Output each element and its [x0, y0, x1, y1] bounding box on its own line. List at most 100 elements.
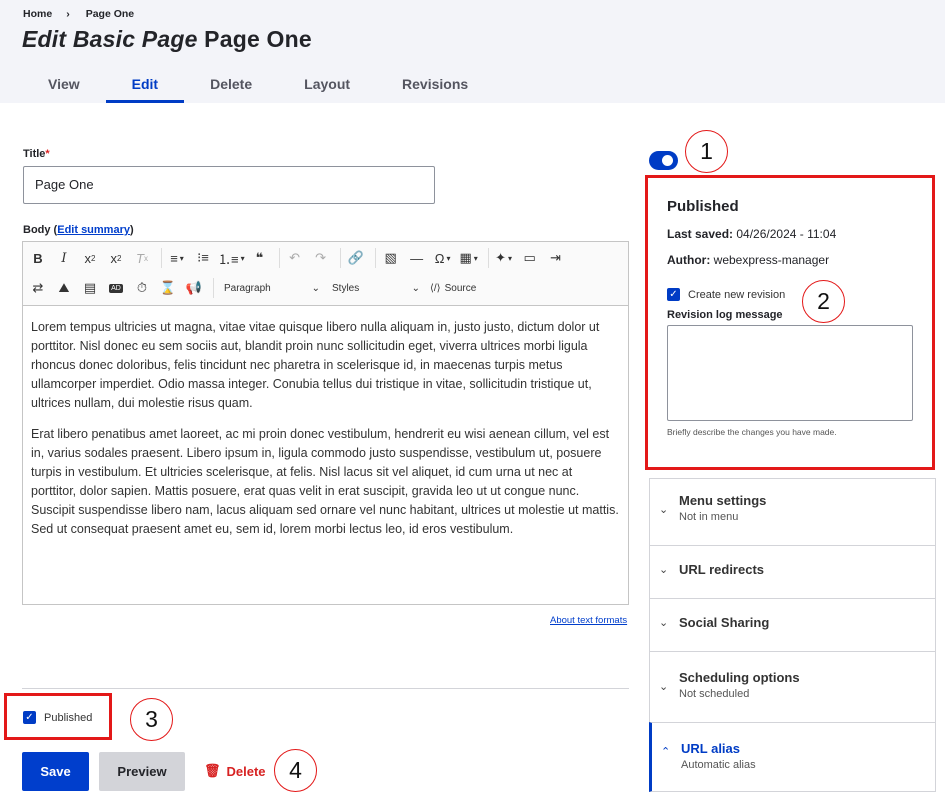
callout-3: 3: [130, 698, 173, 741]
trash-icon: 🗑: [204, 763, 221, 778]
accordion-subtitle: Not scheduled: [679, 688, 750, 700]
callout-1: 1: [685, 130, 728, 173]
accordion-url-redirects[interactable]: ⌄ URL redirects: [649, 545, 936, 598]
breadcrumb-home[interactable]: Home: [23, 8, 52, 20]
special-characters-icon[interactable]: Ω ▾: [432, 246, 454, 270]
media-icon[interactable]: ▧: [380, 246, 402, 270]
callout-4: 4: [274, 749, 317, 792]
source-label: Source: [444, 282, 477, 294]
paragraph-select[interactable]: Paragraph ⌄: [218, 276, 326, 300]
map-icon[interactable]: ⛰: [53, 276, 75, 300]
toolbar-divider: [374, 248, 376, 268]
page-title-name: Page One: [204, 26, 312, 52]
title-label-text: Title: [23, 148, 46, 160]
tab-edit[interactable]: Edit: [105, 66, 185, 103]
styles-select-value: Styles: [332, 282, 360, 294]
tab-view[interactable]: View: [22, 66, 106, 102]
accordion-subtitle: Not in menu: [679, 511, 739, 523]
toolbar-divider: [278, 248, 280, 268]
toolbar-divider: [213, 278, 214, 298]
icon-picker-icon[interactable]: ✦ ▾: [493, 246, 515, 270]
tab-delete[interactable]: Delete: [184, 66, 278, 102]
bold-icon[interactable]: B: [27, 246, 49, 270]
toolbar-divider: [339, 248, 341, 268]
breadcrumb-current[interactable]: Page One: [86, 8, 134, 20]
chevron-down-icon: ⌄: [659, 681, 669, 693]
accordion-scheduling-options[interactable]: ⌄ Scheduling options Not scheduled: [649, 651, 936, 722]
accordion-title: URL alias: [681, 741, 741, 756]
accordion-url-alias[interactable]: ⌃ URL alias Automatic alias: [649, 722, 936, 792]
page-header: Home › Page One Edit Basic Page Page One…: [0, 0, 945, 103]
editor-toolbar: B I x2 x2 Tx ≡ ▾ ⁝≡ ⒈≡ ▾ ❝ ↶ ↷ 🔗 ▧ — Ω ▾ ▦ ▾…: [23, 242, 628, 306]
superscript-icon[interactable]: x2: [79, 246, 101, 270]
accordion-subtitle: Automatic alias: [681, 759, 756, 771]
chevron-down-icon: ⌄: [659, 564, 669, 576]
align-icon[interactable]: ≡ ▾: [166, 246, 188, 270]
save-button[interactable]: Save: [22, 752, 89, 791]
redo-icon[interactable]: ↷: [310, 246, 332, 270]
toolbar-divider: [487, 248, 489, 268]
status-title: Published: [667, 198, 739, 215]
link-icon[interactable]: 🔗: [345, 246, 367, 270]
last-saved-value: 04/26/2024 - 11:04: [736, 227, 837, 241]
chevron-down-icon: ⌄: [311, 282, 320, 294]
horizontal-line-icon[interactable]: —: [406, 246, 428, 270]
calendar-icon[interactable]: ▤: [79, 276, 101, 300]
revision-log-textarea[interactable]: [667, 325, 913, 421]
new-revision-label: Create new revision: [688, 288, 786, 301]
edit-summary-link[interactable]: Edit summary: [57, 224, 130, 236]
body-paragraph: Erat libero penatibus amet laoreet, ac m…: [31, 427, 619, 536]
required-mark: *: [45, 148, 50, 160]
checkbox-checked-icon: ✓: [23, 711, 36, 724]
chevron-up-icon: ⌃: [661, 746, 671, 758]
published-checkbox[interactable]: ✓ Published: [23, 711, 92, 724]
delete-label: Delete: [226, 763, 266, 779]
shuffle-icon[interactable]: ⇄: [27, 276, 49, 300]
body-paragraph: Lorem tempus ultricies ut magna, vitae v…: [31, 320, 600, 410]
undo-icon[interactable]: ↶: [284, 246, 306, 270]
subscript-icon[interactable]: x2: [105, 246, 127, 270]
bulleted-list-icon[interactable]: ⁝≡: [192, 246, 214, 270]
body-label-text: Body: [23, 224, 51, 236]
editor-content[interactable]: Lorem tempus ultricies ut magna, vitae v…: [23, 306, 628, 563]
published-label: Published: [44, 711, 93, 724]
about-text-formats-link[interactable]: About text formats: [550, 615, 627, 626]
insert-icon[interactable]: ⇥: [545, 246, 567, 270]
divider: [22, 688, 629, 689]
italic-icon[interactable]: I: [53, 246, 75, 270]
embed-icon[interactable]: ▭: [519, 246, 541, 270]
accordion-title: Social Sharing: [679, 615, 770, 630]
accordion-menu-settings[interactable]: ⌄ Menu settings Not in menu: [649, 478, 936, 545]
accordion-title: URL redirects: [679, 562, 765, 577]
revision-log-label: Revision log message: [667, 309, 783, 321]
delete-button[interactable]: 🗑 Delete: [204, 763, 266, 779]
sidebar-toggle[interactable]: [649, 151, 678, 170]
new-revision-checkbox[interactable]: ✓ Create new revision: [667, 288, 916, 301]
hourglass-icon[interactable]: ⌛: [157, 276, 179, 300]
megaphone-icon[interactable]: 📢: [183, 276, 205, 300]
author-label: Author:: [667, 253, 711, 267]
page-title: Edit Basic Page Page One: [22, 26, 312, 53]
numbered-list-icon[interactable]: ⒈≡ ▾: [218, 246, 245, 270]
blockquote-icon[interactable]: ❝: [249, 246, 271, 270]
ad-icon[interactable]: AD: [105, 276, 127, 300]
body-editor: B I x2 x2 Tx ≡ ▾ ⁝≡ ⒈≡ ▾ ❝ ↶ ↷ 🔗 ▧ — Ω ▾ ▦ ▾…: [22, 241, 629, 605]
author: Author: webexpress-manager: [667, 253, 916, 267]
title-input[interactable]: Page One: [23, 166, 435, 204]
chevron-down-icon: ⌄: [659, 504, 669, 516]
remove-format-icon[interactable]: Tx: [131, 246, 153, 270]
tab-revisions[interactable]: Revisions: [376, 66, 494, 102]
countdown-icon[interactable]: ⏱: [131, 276, 153, 300]
checkbox-checked-icon: ✓: [667, 288, 680, 301]
accordion-title: Menu settings: [679, 493, 767, 508]
sidebar-accordion: ⌄ Menu settings Not in menu ⌄ URL redire…: [649, 478, 936, 792]
styles-select[interactable]: Styles ⌄: [326, 276, 426, 300]
breadcrumb: Home › Page One: [23, 8, 134, 20]
tab-layout[interactable]: Layout: [278, 66, 376, 102]
source-button[interactable]: ⟨/⟩ Source: [426, 276, 480, 300]
table-icon[interactable]: ▦ ▾: [458, 246, 480, 270]
accordion-social-sharing[interactable]: ⌄ Social Sharing: [649, 598, 936, 651]
meta-panel: Published Last saved: 04/26/2024 - 11:04…: [649, 178, 934, 468]
author-value: webexpress-manager: [713, 253, 830, 267]
preview-button[interactable]: Preview: [99, 752, 185, 791]
